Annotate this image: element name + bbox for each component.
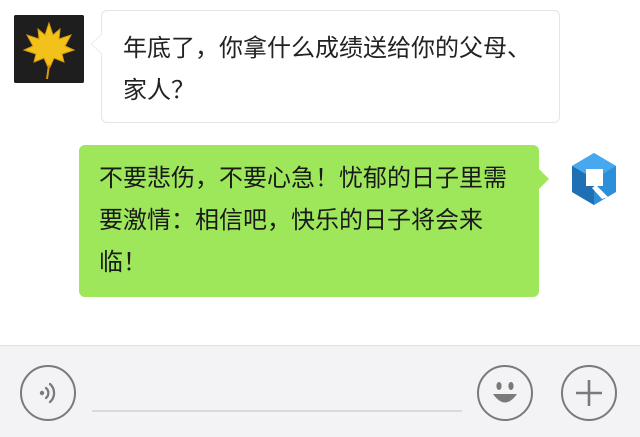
user-logo-icon <box>572 153 616 205</box>
outgoing-message-bubble[interactable]: 不要悲伤，不要心急！忧郁的日子里需要激情：相信吧，快乐的日子将会来临！ <box>79 145 549 297</box>
emoji-button[interactable] <box>477 365 533 421</box>
voice-icon <box>39 382 56 404</box>
outgoing-message-text: 不要悲伤，不要心急！忧郁的日子里需要激情：相信吧，快乐的日子将会来临！ <box>99 164 507 276</box>
incoming-message-text: 年底了，你拿什么成绩送给你的父母、家人？ <box>123 34 531 104</box>
emoji-icon <box>493 382 517 403</box>
voice-button[interactable] <box>20 365 76 421</box>
message-input[interactable] <box>92 410 462 412</box>
plus-icon <box>576 380 602 406</box>
contact-avatar[interactable] <box>14 15 84 83</box>
more-button[interactable] <box>561 365 617 421</box>
maple-leaf-icon <box>14 15 84 83</box>
bubble-tail <box>92 33 103 55</box>
input-bar <box>0 345 640 437</box>
bubble-tail <box>539 169 549 189</box>
incoming-message-bubble[interactable]: 年底了，你拿什么成绩送给你的父母、家人？ <box>91 10 560 123</box>
chat-area: 年底了，你拿什么成绩送给你的父母、家人？ 不要悲伤，不要心急！忧郁的日子里需要激… <box>0 0 640 345</box>
user-avatar[interactable] <box>566 151 622 207</box>
